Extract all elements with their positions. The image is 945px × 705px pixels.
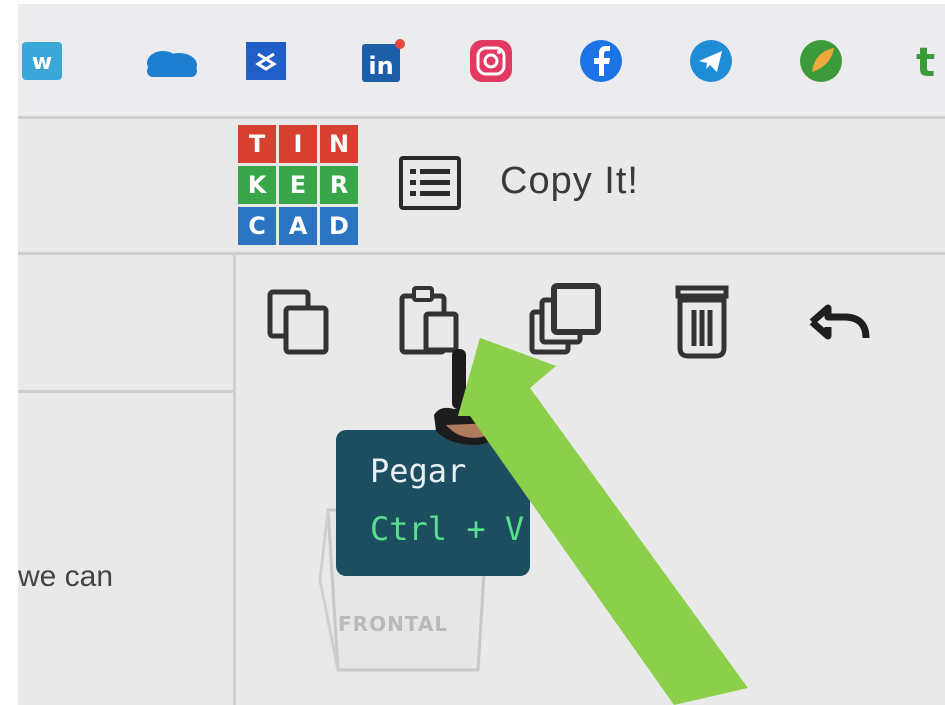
sidebar-text: we can [18, 560, 114, 593]
svg-text:in: in [368, 52, 393, 80]
tooltip-title: Pegar [370, 452, 467, 490]
wix-icon[interactable]: w [20, 38, 66, 84]
logo-letter: I [279, 125, 317, 163]
instagram-icon[interactable] [468, 38, 514, 84]
copy-icon [267, 289, 329, 355]
dropbox-icon[interactable] [244, 38, 290, 84]
bookmarks-bar: w in t [18, 4, 945, 116]
logo-letter: C [238, 207, 276, 245]
svg-text:t: t [916, 40, 935, 84]
facebook-icon[interactable] [578, 38, 624, 84]
list-icon[interactable] [398, 155, 462, 211]
divider-header [18, 252, 945, 255]
telegram-icon[interactable] [688, 38, 734, 84]
frame-left [0, 0, 18, 705]
duplicate-icon [529, 283, 601, 355]
leaf-icon[interactable] [798, 38, 844, 84]
logo-letter: A [279, 207, 317, 245]
hand-cursor-icon [434, 349, 501, 445]
divider-top [18, 116, 945, 119]
logo-letter: E [279, 166, 317, 204]
onedrive-icon[interactable] [136, 38, 206, 84]
view-cube-label: FRONTAL [338, 612, 449, 636]
undo-button[interactable] [798, 282, 878, 362]
logo-letter: T [238, 125, 276, 163]
trash-icon [675, 285, 729, 359]
copy-button[interactable] [258, 282, 338, 362]
logo-letter: K [238, 166, 276, 204]
undo-icon [809, 304, 870, 340]
delete-button[interactable] [662, 282, 742, 362]
tinkercad-logo[interactable]: T I N K E R C A D [238, 125, 358, 245]
linkedin-icon[interactable]: in [360, 38, 406, 84]
logo-letter: N [320, 125, 358, 163]
logo-letter: R [320, 166, 358, 204]
design-name[interactable]: Copy It! [500, 160, 639, 203]
duplicate-button[interactable] [526, 282, 606, 362]
cropped-t-icon[interactable]: t [914, 38, 945, 84]
tooltip-shortcut: Ctrl + V [370, 510, 525, 548]
sidebar-divider [233, 252, 236, 705]
divider-sidebar [18, 390, 233, 393]
svg-text:w: w [32, 50, 52, 75]
logo-letter: D [320, 207, 358, 245]
